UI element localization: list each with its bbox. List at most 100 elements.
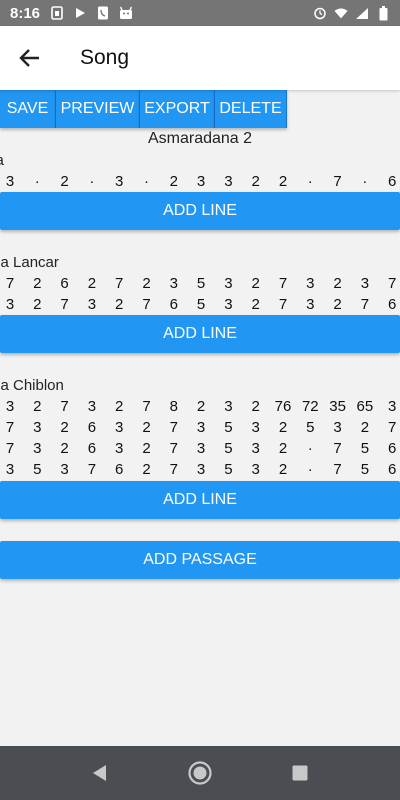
note-cell: 5 [224, 440, 233, 457]
note-cell: 2 [60, 440, 69, 457]
notes-line[interactable]: 3 2 7 3 2 7 8 2 3 2 76 72 35 65 3 [0, 398, 400, 418]
note-cell: 35 [329, 398, 346, 415]
system-nav-bar [0, 746, 400, 800]
wifi-icon [334, 6, 348, 20]
phone-icon [96, 6, 110, 20]
note-cell: 7 [278, 275, 288, 292]
status-bar: 8:16 [0, 0, 400, 26]
note-cell: 7 [60, 296, 69, 313]
note-cell: 3 [306, 275, 315, 292]
notes-line[interactable]: 3 2 7 3 2 7 6 5 3 2 7 3 2 7 6 [0, 296, 400, 316]
note-cell: 5 [360, 461, 370, 478]
note-cell: 3 [251, 440, 260, 457]
note-cell: 3 [196, 461, 206, 478]
note-cell: 3 [33, 440, 42, 457]
add-line-button[interactable]: ADD LINE [0, 315, 400, 353]
note-cell: 7 [5, 440, 15, 457]
note-cell: 2 [60, 173, 69, 190]
note-cell: 3 [5, 398, 15, 415]
note-cell: 6 [60, 275, 69, 292]
note-cell: 3 [306, 296, 315, 313]
battery-icon [376, 5, 390, 20]
note-cell: 7 [60, 398, 69, 415]
note-cell: · [307, 461, 313, 478]
note-cell: 3 [224, 398, 233, 415]
passage-name[interactable]: ma Lancar [0, 254, 59, 271]
note-cell: 7 [142, 398, 151, 415]
export-button[interactable]: EXPORT [140, 90, 215, 128]
note-cell: 3 [115, 419, 124, 436]
notes-line[interactable]: 3 5 3 7 6 2 7 3 5 3 2 · 7 5 6 [0, 461, 400, 481]
nav-home-icon[interactable] [185, 758, 215, 788]
note-cell: 7 [333, 461, 342, 478]
note-cell: 3 [5, 296, 15, 313]
note-cell: · [307, 173, 313, 190]
note-cell: 2 [115, 296, 124, 313]
note-cell: 2 [87, 275, 97, 292]
note-cell: 6 [388, 440, 397, 457]
note-cell: 2 [278, 461, 288, 478]
note-cell: 3 [251, 461, 260, 478]
note-cell: 65 [356, 398, 374, 415]
save-button[interactable]: SAVE [0, 90, 56, 128]
android-icon [119, 6, 133, 20]
passage-name[interactable]: ka [0, 152, 4, 169]
note-cell: 2 [278, 419, 288, 436]
nav-recents-icon[interactable] [285, 758, 315, 788]
add-passage-button[interactable]: ADD PASSAGE [0, 541, 400, 579]
note-cell: 3 [224, 173, 233, 190]
note-cell: 5 [360, 440, 370, 457]
toolbar: SAVE PREVIEW EXPORT DELETE [0, 90, 287, 128]
note-cell: · [89, 173, 95, 190]
note-cell: 2 [251, 173, 260, 190]
note-cell: · [362, 173, 368, 190]
notes-line[interactable]: 7 2 6 2 7 2 3 5 3 2 7 3 2 3 7 [0, 275, 400, 295]
note-cell: 7 [87, 461, 97, 478]
note-cell: 2 [142, 461, 151, 478]
note-cell: 2 [196, 398, 206, 415]
note-cell: 2 [333, 275, 342, 292]
preview-button[interactable]: PREVIEW [56, 90, 140, 128]
note-cell: · [34, 173, 40, 190]
note-cell: 76 [274, 398, 292, 415]
page-title: Song [80, 46, 130, 69]
passage-name[interactable]: ma Chiblon [0, 377, 64, 394]
song-title: Asmaradana 2 [147, 130, 253, 147]
add-line-button[interactable]: ADD LINE [0, 481, 400, 519]
note-cell: 2 [251, 275, 260, 292]
note-cell: 6 [388, 296, 397, 313]
status-time: 8:16 [10, 4, 41, 22]
note-cell: 3 [115, 173, 124, 190]
note-cell: 6 [388, 461, 397, 478]
note-cell: 3 [115, 440, 124, 457]
note-cell: 7 [388, 419, 397, 436]
back-button[interactable] [2, 30, 58, 86]
add-line-button[interactable]: ADD LINE [0, 192, 400, 230]
note-cell: 6 [87, 440, 97, 457]
notes-line[interactable]: 7 3 2 6 3 2 7 3 5 3 2 · 7 5 6 [0, 440, 400, 460]
note-cell: 8 [169, 398, 178, 415]
note-cell: 3 [388, 398, 397, 415]
note-cell: 7 [5, 419, 15, 436]
note-cell: 3 [33, 419, 42, 436]
notes-line[interactable]: 7 3 2 6 3 2 7 3 5 3 2 5 3 2 7 [0, 419, 400, 439]
delete-button[interactable]: DELETE [215, 90, 287, 128]
note-cell: 7 [169, 419, 178, 436]
note-cell: 3 [251, 419, 260, 436]
app-bar: Song [0, 26, 400, 90]
notes-line[interactable]: 3 · 2 · 3 · 2 3 3 2 2 · 7 · 6 [0, 173, 400, 193]
note-cell: 3 [60, 461, 69, 478]
note-cell: · [307, 440, 313, 457]
note-cell: 3 [169, 275, 178, 292]
nav-back-icon[interactable] [85, 758, 115, 788]
note-cell: 2 [251, 398, 260, 415]
note-cell: 5 [224, 461, 233, 478]
note-cell: 5 [33, 461, 42, 478]
note-cell: 2 [142, 275, 151, 292]
note-cell: 3 [5, 173, 15, 190]
note-cell: 3 [87, 398, 97, 415]
note-cell: 3 [360, 275, 370, 292]
alarm-icon [313, 6, 327, 20]
note-cell: 2 [142, 440, 151, 457]
note-cell: 6 [169, 296, 178, 313]
